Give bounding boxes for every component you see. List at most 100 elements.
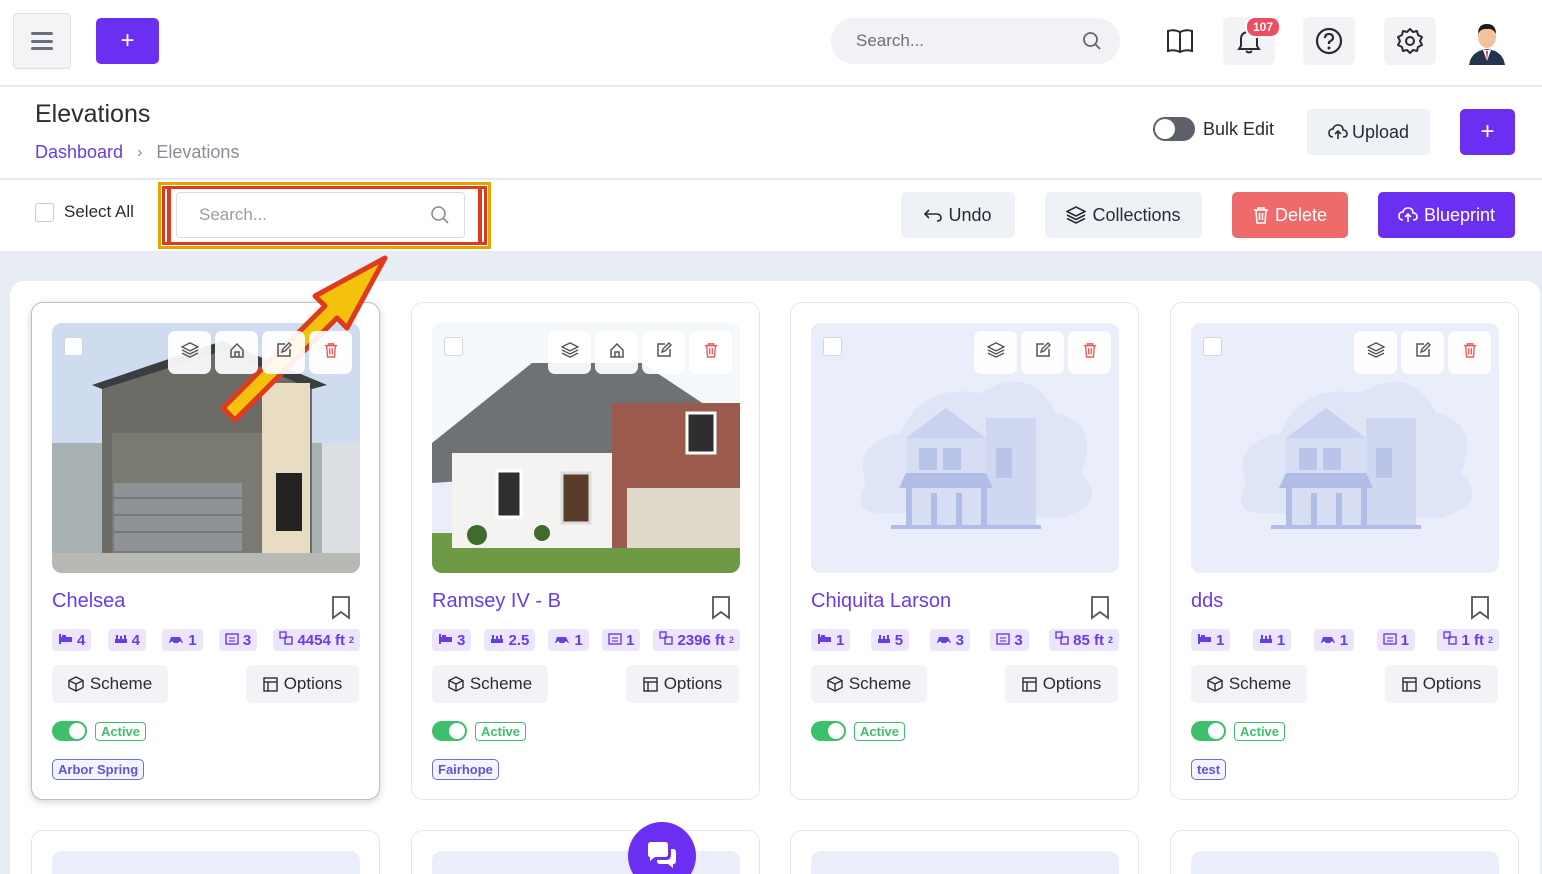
- elevation-name[interactable]: Chelsea: [52, 590, 125, 613]
- stat-garage: 3: [929, 629, 970, 651]
- elevation-card[interactable]: [31, 830, 380, 874]
- scheme-button[interactable]: Scheme: [432, 665, 548, 703]
- active-toggle[interactable]: [52, 721, 87, 741]
- global-search-input[interactable]: [856, 31, 1082, 51]
- box-icon: [68, 676, 84, 692]
- elevation-name[interactable]: Ramsey IV - B: [432, 590, 561, 613]
- bed-icon: [1197, 632, 1212, 649]
- trash-icon: [1253, 207, 1268, 224]
- elevation-search[interactable]: [176, 192, 465, 238]
- elevation-image[interactable]: [1191, 323, 1499, 573]
- select-all-checkbox[interactable]: [35, 202, 54, 222]
- home-action[interactable]: [215, 331, 258, 374]
- collections-button[interactable]: Collections: [1045, 192, 1202, 238]
- elevation-card[interactable]: Ramsey IV - B 3 2.5 1 1 2396 ft 2 Scheme Opti…: [411, 302, 760, 800]
- scheme-button[interactable]: Scheme: [52, 665, 168, 703]
- undo-label: Undo: [948, 204, 992, 225]
- card-checkbox[interactable]: [823, 337, 842, 356]
- bookmark-icon[interactable]: [1090, 595, 1110, 620]
- select-all-label: Select All: [64, 202, 134, 221]
- select-all[interactable]: Select All: [35, 202, 134, 222]
- active-toggle[interactable]: [432, 721, 467, 741]
- elevation-name[interactable]: dds: [1191, 590, 1223, 613]
- menu-button[interactable]: [13, 13, 71, 69]
- garage-icon: [168, 632, 184, 649]
- trash-action[interactable]: [689, 331, 732, 374]
- community-tag[interactable]: test: [1191, 759, 1227, 780]
- card-checkbox[interactable]: [444, 337, 463, 356]
- elevation-card[interactable]: dds 11111 ft 2 Scheme Options Active test: [1170, 302, 1519, 800]
- add-button[interactable]: +: [96, 18, 159, 64]
- delete-label: Delete: [1274, 204, 1328, 225]
- layers-action[interactable]: [168, 331, 211, 374]
- community-tag[interactable]: Arbor Spring: [52, 759, 145, 780]
- settings-button[interactable]: [1384, 17, 1436, 65]
- garage-icon: [554, 632, 570, 649]
- cloud-upload-icon: [1398, 207, 1418, 222]
- trash-action[interactable]: [309, 331, 352, 374]
- layers-action[interactable]: [548, 331, 591, 374]
- options-button[interactable]: Options: [246, 665, 359, 703]
- community-tag[interactable]: Fairhope: [432, 759, 499, 780]
- elevation-image[interactable]: [52, 323, 360, 573]
- card-checkbox[interactable]: [1203, 337, 1222, 356]
- breadcrumb-current: Elevations: [156, 142, 240, 162]
- avatar[interactable]: [1463, 17, 1511, 65]
- layers-action[interactable]: [1354, 331, 1397, 374]
- home-action[interactable]: [595, 331, 638, 374]
- layers-icon: [559, 342, 580, 363]
- options-button[interactable]: Options: [1005, 665, 1118, 703]
- undo-button[interactable]: Undo: [901, 192, 1015, 238]
- stat-stories: 1: [601, 629, 641, 651]
- bookmark-icon[interactable]: [331, 595, 351, 620]
- edit-action[interactable]: [1401, 331, 1444, 374]
- active-toggle[interactable]: [1191, 721, 1226, 741]
- elevation-card[interactable]: [790, 830, 1139, 874]
- global-search[interactable]: [831, 18, 1120, 64]
- card-checkbox[interactable]: [64, 337, 83, 356]
- garage-icon: [936, 632, 952, 649]
- elevation-image[interactable]: [432, 323, 740, 573]
- elevation-card[interactable]: [411, 830, 760, 874]
- bookmark-icon[interactable]: [1470, 595, 1490, 620]
- active-toggle[interactable]: [811, 721, 846, 741]
- options-button[interactable]: Options: [626, 665, 739, 703]
- home-icon: [609, 342, 625, 363]
- garage-icon: [1320, 632, 1336, 649]
- elevation-card[interactable]: [1170, 830, 1519, 874]
- trash-action[interactable]: [1068, 331, 1111, 374]
- breadcrumb-dashboard[interactable]: Dashboard: [35, 142, 123, 163]
- trash-action[interactable]: [1448, 331, 1491, 374]
- area-icon: [1055, 631, 1069, 649]
- options-button[interactable]: Options: [1385, 665, 1498, 703]
- elevation-search-input[interactable]: [199, 205, 430, 225]
- bed-icon: [58, 632, 73, 649]
- docs-button[interactable]: [1154, 17, 1206, 65]
- stat-baths: 2.5: [484, 629, 536, 651]
- bookmark-icon[interactable]: [711, 595, 731, 620]
- delete-button[interactable]: Delete: [1232, 192, 1348, 238]
- bed-icon: [817, 632, 832, 649]
- scheme-button[interactable]: Scheme: [1191, 665, 1307, 703]
- add-elevation-button[interactable]: +: [1460, 109, 1515, 155]
- elevation-name[interactable]: Chiquita Larson: [811, 590, 951, 613]
- scheme-button[interactable]: Scheme: [811, 665, 927, 703]
- layers-action[interactable]: [974, 331, 1017, 374]
- bath-icon: [1259, 632, 1273, 649]
- blueprint-label: Blueprint: [1423, 204, 1496, 225]
- upload-button[interactable]: Upload: [1307, 109, 1430, 155]
- blueprint-button[interactable]: Blueprint: [1378, 192, 1515, 238]
- elevation-image[interactable]: [811, 323, 1119, 573]
- help-button[interactable]: [1303, 17, 1355, 65]
- layers-icon: [179, 342, 200, 363]
- edit-action[interactable]: [642, 331, 685, 374]
- bulk-edit-toggle[interactable]: Bulk Edit: [1153, 117, 1274, 141]
- elevation-card[interactable]: Chelsea 4 4 1 3 4454 ft 2 Scheme Options Acti…: [31, 302, 380, 800]
- bulk-edit-switch[interactable]: [1153, 117, 1195, 141]
- layers-icon: [1365, 342, 1386, 363]
- elevation-card[interactable]: Chiquita Larson 1 5 3 3 85 ft 2 Scheme Option…: [790, 302, 1139, 800]
- layers-icon: [985, 342, 1006, 363]
- notifications-button[interactable]: 107: [1223, 16, 1282, 65]
- edit-action[interactable]: [262, 331, 305, 374]
- edit-action[interactable]: [1021, 331, 1064, 374]
